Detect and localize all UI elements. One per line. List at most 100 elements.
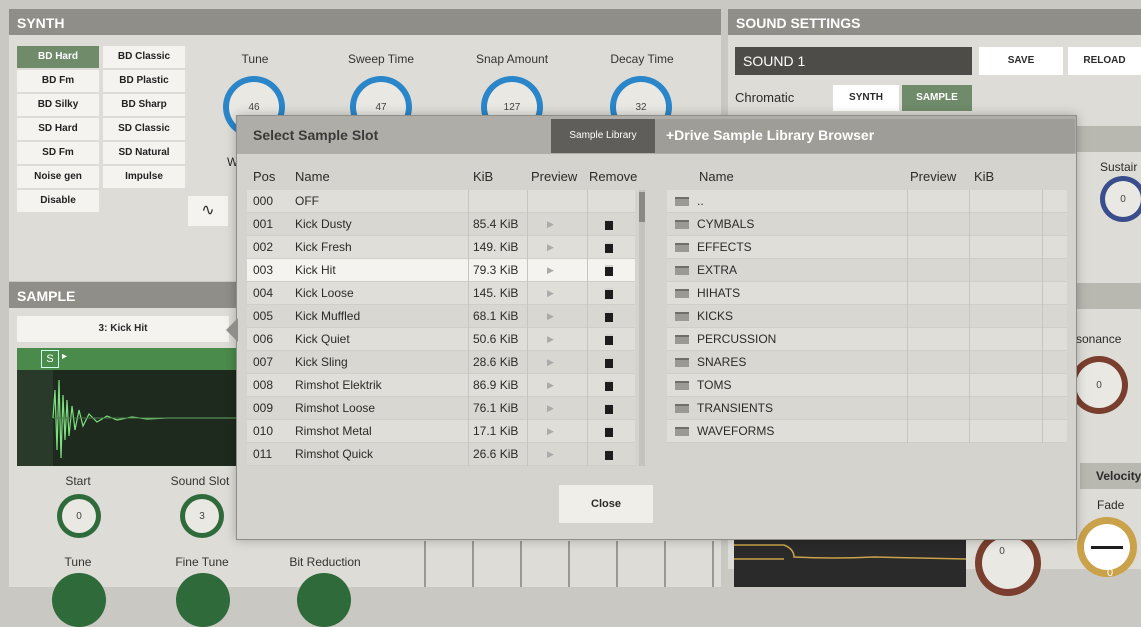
synth-preset-sd-natural[interactable]: SD Natural — [103, 142, 185, 164]
preview-play-icon[interactable]: ▶ — [547, 443, 554, 466]
tune-knob[interactable] — [52, 573, 106, 627]
synth-preset-noise-gen[interactable]: Noise gen — [17, 166, 99, 188]
slot-name: Rimshot Elektrik — [295, 378, 382, 392]
folder-row[interactable]: .. — [667, 190, 1067, 213]
slot-column-divider — [587, 397, 588, 420]
preview-play-icon[interactable]: ▶ — [547, 397, 554, 420]
remove-trash-icon[interactable] — [605, 334, 613, 345]
slot-row[interactable]: 006 Kick Quiet 50.6 KiB ▶ — [247, 328, 635, 351]
sample-waveform-display[interactable]: S ▸ — [17, 348, 237, 466]
synth-preset-sd-classic[interactable]: SD Classic — [103, 118, 185, 140]
slot-row[interactable]: 002 Kick Fresh 149. KiB ▶ — [247, 236, 635, 259]
preview-play-icon[interactable]: ▶ — [547, 420, 554, 443]
chromatic-label: Chromatic — [735, 90, 795, 105]
tab-sample[interactable]: SAMPLE — [902, 85, 972, 111]
remove-trash-icon[interactable] — [605, 426, 613, 437]
slot-name: OFF — [295, 194, 319, 208]
sustain-knob[interactable]: 0 — [1100, 176, 1141, 222]
folder-row[interactable]: SNARES — [667, 351, 1067, 374]
synth-preset-bd-plastic[interactable]: BD Plastic — [103, 70, 185, 92]
slot-row[interactable]: 005 Kick Muffled 68.1 KiB ▶ — [247, 305, 635, 328]
remove-trash-icon[interactable] — [605, 242, 613, 253]
tab-synth[interactable]: SYNTH — [833, 85, 899, 111]
slot-column-divider — [527, 190, 528, 213]
slot-row[interactable]: 010 Rimshot Metal 17.1 KiB ▶ — [247, 420, 635, 443]
velocity-tab[interactable]: Velocity — [1080, 463, 1141, 489]
remove-trash-icon[interactable] — [605, 288, 613, 299]
folder-row[interactable]: TOMS — [667, 374, 1067, 397]
synth-preset-bd-fm[interactable]: BD Fm — [17, 70, 99, 92]
preview-play-icon[interactable]: ▶ — [547, 351, 554, 374]
tab-sample-library[interactable]: Sample Library — [551, 119, 655, 153]
save-button[interactable]: SAVE — [979, 47, 1063, 75]
folder-row[interactable]: CYMBALS — [667, 213, 1067, 236]
remove-trash-icon[interactable] — [605, 380, 613, 391]
slot-row[interactable]: 007 Kick Sling 28.6 KiB ▶ — [247, 351, 635, 374]
slot-column-divider — [468, 351, 469, 374]
slot-column-divider — [587, 305, 588, 328]
resonance-knob[interactable]: 0 — [1070, 356, 1128, 414]
start-knob[interactable]: 0 — [57, 494, 101, 538]
synth-preset-bd-hard[interactable]: BD Hard — [17, 46, 99, 68]
folder-row[interactable]: HIHATS — [667, 282, 1067, 305]
slot-pos: 011 — [253, 447, 273, 461]
remove-trash-icon[interactable] — [605, 403, 613, 414]
bit-reduction-label: Bit Reduction — [289, 555, 361, 569]
synth-preset-sd-fm[interactable]: SD Fm — [17, 142, 99, 164]
slot-row[interactable]: 011 Rimshot Quick 26.6 KiB ▶ — [247, 443, 635, 466]
preview-play-icon[interactable]: ▶ — [547, 259, 554, 282]
preview-play-icon[interactable]: ▶ — [547, 374, 554, 397]
remove-trash-icon[interactable] — [605, 265, 613, 276]
sample-start-badge[interactable]: S — [41, 350, 59, 368]
folder-row[interactable]: KICKS — [667, 305, 1067, 328]
slot-list-scroll-thumb[interactable] — [639, 192, 645, 222]
sine-wave-icon: ∿ — [201, 202, 215, 219]
bit-reduction-knob[interactable] — [297, 573, 351, 627]
fine-tune-knob[interactable] — [176, 573, 230, 627]
slot-kib: 86.9 KiB — [473, 378, 519, 392]
synth-preset-bd-silky[interactable]: BD Silky — [17, 94, 99, 116]
remove-trash-icon[interactable] — [605, 311, 613, 322]
folder-row[interactable]: EFFECTS — [667, 236, 1067, 259]
folder-name: HIHATS — [697, 286, 741, 300]
synth-preset-sd-hard[interactable]: SD Hard — [17, 118, 99, 140]
slot-row[interactable]: 008 Rimshot Elektrik 86.9 KiB ▶ — [247, 374, 635, 397]
preview-play-icon[interactable]: ▶ — [547, 305, 554, 328]
folder-icon — [675, 312, 689, 321]
slot-name: Kick Sling — [295, 355, 348, 369]
slot-selector-arrow-icon — [226, 318, 238, 342]
slot-row[interactable]: 003 Kick Hit 79.3 KiB ▶ — [247, 259, 635, 282]
folder-row[interactable]: WAVEFORMS — [667, 420, 1067, 443]
sample-slot-selector[interactable]: 3: Kick Hit — [17, 316, 229, 342]
remove-trash-icon[interactable] — [605, 357, 613, 368]
slot-column-divider — [527, 305, 528, 328]
slot-row[interactable]: 009 Rimshot Loose 76.1 KiB ▶ — [247, 397, 635, 420]
dialog-close-button[interactable]: Close — [559, 485, 653, 523]
folder-row[interactable]: TRANSIENTS — [667, 397, 1067, 420]
folder-name: TOMS — [697, 378, 732, 392]
folder-name: TRANSIENTS — [697, 401, 774, 415]
remove-trash-icon[interactable] — [605, 219, 613, 230]
synth-knob-tune-label: Tune — [241, 52, 269, 66]
preview-play-icon[interactable]: ▶ — [547, 328, 554, 351]
preview-play-icon[interactable]: ▶ — [547, 213, 554, 236]
folder-row[interactable]: PERCUSSION — [667, 328, 1067, 351]
slot-row[interactable]: 001 Kick Dusty 85.4 KiB ▶ — [247, 213, 635, 236]
synth-preset-bd-sharp[interactable]: BD Sharp — [103, 94, 185, 116]
reload-button[interactable]: RELOAD — [1068, 47, 1141, 75]
slot-list-scrollbar[interactable] — [639, 190, 645, 466]
resonance-label: sonance — [1076, 332, 1122, 346]
synth-preset-disable[interactable]: Disable — [17, 190, 99, 212]
remove-trash-icon[interactable] — [605, 449, 613, 460]
slot-kib: 76.1 KiB — [473, 401, 519, 415]
sound-slot-knob[interactable]: 3 — [180, 494, 224, 538]
sound-name-field[interactable]: SOUND 1 — [735, 47, 972, 75]
waveform-selector-button[interactable]: ∿ — [188, 196, 228, 226]
preview-play-icon[interactable]: ▶ — [547, 282, 554, 305]
folder-row[interactable]: EXTRA — [667, 259, 1067, 282]
slot-row[interactable]: 004 Kick Loose 145. KiB ▶ — [247, 282, 635, 305]
synth-preset-bd-classic[interactable]: BD Classic — [103, 46, 185, 68]
slot-row[interactable]: 000 OFF — [247, 190, 635, 213]
preview-play-icon[interactable]: ▶ — [547, 236, 554, 259]
synth-preset-impulse[interactable]: Impulse — [103, 166, 185, 188]
